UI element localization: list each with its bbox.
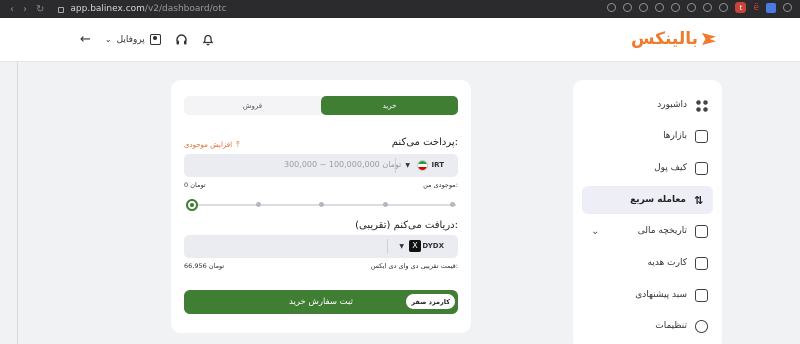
pay-amount-placeholder: 300,000 ~ 100,000,000 تومان xyxy=(284,160,402,169)
extension-icon[interactable] xyxy=(783,3,792,12)
sidebar-item-label: تاریخچه مالی xyxy=(637,226,687,236)
history-icon xyxy=(695,224,708,238)
slider-step-25[interactable] xyxy=(256,202,261,207)
extension-t-icon[interactable]: t xyxy=(735,2,747,13)
sidebar-item-dashboard[interactable]: داشبورد xyxy=(573,91,722,119)
slider-step-50[interactable] xyxy=(319,202,324,207)
slider-handle[interactable] xyxy=(186,199,198,211)
caret-down-icon[interactable]: ▼ xyxy=(405,162,410,169)
pay-label: پرداخت می‌کنم: xyxy=(391,137,458,148)
upload-icon: ⤒ xyxy=(236,140,240,149)
chevron-down-icon[interactable]: ⌄ xyxy=(591,226,599,237)
submit-buy-order-button[interactable]: ثبت سفارش خرید کارمزد صفر xyxy=(184,290,458,314)
forward-arrow-icon[interactable]: › xyxy=(23,4,27,15)
url-path: /v2/dashboard/otc xyxy=(144,4,227,14)
extension-icon[interactable] xyxy=(655,3,665,12)
sidebar-item-label: کارت هدیه xyxy=(647,258,687,268)
dashboard-icon xyxy=(695,98,708,112)
sidebar-item-label: داشبورد xyxy=(657,100,687,110)
slider-step-100[interactable] xyxy=(450,202,455,207)
tab-sell[interactable]: فروش xyxy=(184,96,321,115)
settings-icon xyxy=(695,319,708,333)
profile-label: پروفایل xyxy=(116,34,145,45)
extension-icon[interactable] xyxy=(607,3,617,12)
bell-icon[interactable] xyxy=(202,33,214,46)
field-separator xyxy=(395,158,396,173)
sidebar: داشبورد بازارها کیف پول ⇅ معامله سریع تا… xyxy=(573,80,722,344)
sidebar-item-gift-card[interactable]: کارت هدیه xyxy=(573,249,722,277)
field-separator xyxy=(387,239,388,254)
extension-icon[interactable] xyxy=(639,3,649,12)
browser-nav: ‹ › ↻ xyxy=(10,4,44,15)
profile-menu[interactable]: ⌄ پروفایل xyxy=(105,34,161,45)
quick-trade-card: فروش خرید پرداخت می‌کنم: افزایش موجودی ⤒… xyxy=(171,80,471,333)
extension-icon[interactable] xyxy=(671,3,681,12)
reload-icon[interactable]: ↻ xyxy=(36,4,44,15)
extension-blue-icon[interactable] xyxy=(766,2,776,13)
slider-step-75[interactable] xyxy=(383,202,388,207)
wallet-icon xyxy=(695,161,708,175)
sidebar-item-financial-history[interactable]: تاریخچه مالی ⌄ xyxy=(573,217,722,245)
receive-label: دریافت می‌کنم (تقریبی): xyxy=(355,220,458,231)
extension-icon[interactable] xyxy=(687,3,697,12)
swap-icon: ⇅ xyxy=(694,193,704,207)
markets-icon xyxy=(695,129,708,143)
extension-icon[interactable] xyxy=(719,3,729,12)
submit-label: ثبت سفارش خرید xyxy=(289,297,353,307)
sidebar-item-wallet[interactable]: کیف پول xyxy=(573,154,722,182)
balance-label: موجودی من: xyxy=(423,181,458,189)
caret-down-icon[interactable]: ▼ xyxy=(399,243,404,250)
pay-amount-input[interactable]: 300,000 ~ 100,000,000 تومان ▼ IRT xyxy=(184,154,458,177)
balance-value: 0 تومان xyxy=(184,181,206,189)
pay-currency[interactable]: IRT xyxy=(432,161,444,169)
logo-mark-icon xyxy=(702,33,716,45)
brand-logo[interactable]: بالینکس xyxy=(631,29,716,49)
receive-currency[interactable]: DYDX xyxy=(422,242,444,250)
extension-mark-icon[interactable]: ë xyxy=(753,3,759,13)
app-header: بالینکس ← ⌄ پروفایل xyxy=(0,18,800,62)
price-value: 66,956 تومان xyxy=(184,262,225,270)
browser-toolbar: ‹ › ↻ app.balinex.com/v2/dashboard/otc t… xyxy=(0,0,800,18)
sidebar-item-markets[interactable]: بازارها xyxy=(573,122,722,150)
url-domain: app.balinex.com xyxy=(70,4,145,14)
sidebar-item-quick-trade[interactable]: ⇅ معامله سریع xyxy=(582,186,713,214)
receive-amount-input[interactable]: ▼ X DYDX xyxy=(184,235,458,258)
sidebar-item-label: معامله سریع xyxy=(630,195,686,205)
header-actions: ← ⌄ پروفایل xyxy=(80,32,214,47)
address-bar[interactable]: app.balinex.com/v2/dashboard/otc xyxy=(58,4,227,14)
extensions-bar: t ë xyxy=(607,2,792,13)
lock-icon xyxy=(58,7,65,13)
tab-buy[interactable]: خرید xyxy=(321,96,458,115)
extension-icon[interactable] xyxy=(703,3,713,12)
increase-balance-label: افزایش موجودی xyxy=(184,141,233,149)
sidebar-item-settings[interactable]: تنظیمات xyxy=(573,312,722,340)
trade-tabs: فروش خرید xyxy=(184,96,458,115)
extension-icon[interactable] xyxy=(623,3,633,12)
dydx-coin-icon: X xyxy=(409,240,421,252)
zero-fee-badge: کارمزد صفر xyxy=(406,294,455,309)
gift-icon xyxy=(695,256,708,270)
back-arrow-icon[interactable]: ← xyxy=(80,32,91,47)
basket-icon xyxy=(695,288,708,302)
back-arrow-icon[interactable]: ‹ xyxy=(10,4,14,15)
sidebar-item-label: سبد پیشنهادی xyxy=(635,290,687,300)
sidebar-item-label: بازارها xyxy=(663,131,687,141)
sidebar-item-label: کیف پول xyxy=(654,163,687,173)
profile-icon xyxy=(149,34,161,45)
price-label: قیمت تقریبی دی وای دی ایکس: xyxy=(370,262,458,270)
slider-track xyxy=(192,204,456,206)
page-divider xyxy=(17,62,18,344)
sidebar-item-suggested-basket[interactable]: سبد پیشنهادی xyxy=(573,281,722,309)
chevron-down-icon: ⌄ xyxy=(104,35,112,44)
sidebar-item-label: تنظیمات xyxy=(655,321,687,331)
amount-slider[interactable] xyxy=(186,199,456,211)
logo-text: بالینکس xyxy=(631,29,698,49)
iran-flag-icon xyxy=(417,160,428,171)
headphones-icon[interactable] xyxy=(175,33,188,46)
increase-balance-link[interactable]: افزایش موجودی ⤒ xyxy=(184,140,240,150)
